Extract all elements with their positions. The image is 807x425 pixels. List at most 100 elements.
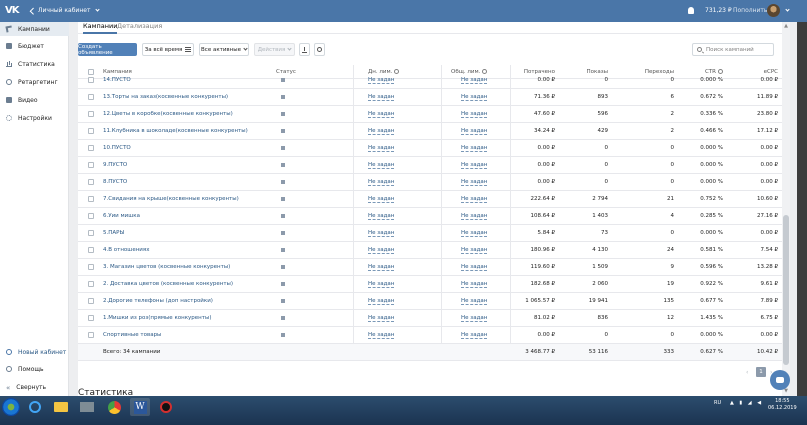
status-toggle[interactable] <box>281 265 285 269</box>
day-limit-link[interactable]: Не задан <box>368 213 395 220</box>
campaign-name-link[interactable]: 5.ПАРЫ <box>103 230 124 236</box>
taskbar-word[interactable]: W <box>130 398 150 416</box>
campaign-name-link[interactable]: 11.Клубника в шоколаде(косвенные конкуре… <box>103 128 248 134</box>
day-limit-link[interactable]: Не задан <box>368 77 395 84</box>
row-checkbox[interactable] <box>88 145 94 151</box>
campaign-name-link[interactable]: Спортивные товары <box>103 332 161 338</box>
profile-chevron-down-icon[interactable] <box>785 7 790 12</box>
row-checkbox[interactable] <box>88 281 94 287</box>
row-checkbox[interactable] <box>88 111 94 117</box>
row-checkbox[interactable] <box>88 94 94 100</box>
user-avatar[interactable] <box>767 4 780 17</box>
total-limit-link[interactable]: Не задан <box>461 179 488 186</box>
day-limit-link[interactable]: Не задан <box>368 247 395 254</box>
row-checkbox[interactable] <box>88 315 94 321</box>
taskbar-media-player[interactable] <box>77 398 97 416</box>
status-toggle[interactable] <box>281 214 285 218</box>
campaign-name-link[interactable]: 2.Дорогие телефоны (доп настройки) <box>103 298 213 304</box>
total-limit-link[interactable]: Не задан <box>461 315 488 322</box>
sidebar-item-retargeting[interactable]: Ретаргетинг <box>0 75 69 89</box>
row-checkbox[interactable] <box>88 77 94 83</box>
campaign-name-link[interactable]: 12.Цветы в коробке(косвенные конкуренты) <box>103 111 233 117</box>
topup-link[interactable]: Пополнить <box>733 7 767 14</box>
status-toggle[interactable] <box>281 197 285 201</box>
notifications-bell-icon[interactable] <box>688 7 694 14</box>
campaign-name-link[interactable]: 13.Торты на заказ(косвенные конкуренты) <box>103 94 228 100</box>
prev-page-icon[interactable]: ‹ <box>746 369 752 376</box>
row-checkbox[interactable] <box>88 230 94 236</box>
sidebar-item-settings[interactable]: Настройки <box>0 111 69 125</box>
sidebar-item-collapse[interactable]: « Свернуть <box>0 380 69 394</box>
row-checkbox[interactable] <box>88 298 94 304</box>
sidebar-item-new-cabinet[interactable]: Новый кабинет <box>0 345 69 359</box>
sidebar-item-budget[interactable]: Бюджет <box>0 39 69 53</box>
table-row[interactable]: 5.ПАРЫ Не задан Не задан 5.84 ₽ 73 0 0.000 % 0.… <box>78 225 786 242</box>
status-toggle[interactable] <box>281 316 285 320</box>
table-row[interactable]: 3. Магазин цветов (косвенные конкуренты)… <box>78 259 786 276</box>
table-row[interactable]: Спортивные товары Не задан Не задан 0.00 ₽ 0… <box>78 327 786 344</box>
page-scrollbar[interactable]: ▲ ▼ <box>782 22 790 396</box>
tab-campaigns[interactable]: Кампании <box>83 22 118 34</box>
table-row[interactable]: 12.Цветы в коробке(косвенные конкуренты)… <box>78 106 786 123</box>
sidebar-item-statistics[interactable]: Статистика <box>0 57 69 71</box>
export-button[interactable] <box>299 43 310 56</box>
status-toggle[interactable] <box>281 129 285 133</box>
day-limit-link[interactable]: Не задан <box>368 315 395 322</box>
day-limit-link[interactable]: Не задан <box>368 298 395 305</box>
taskbar-recorder[interactable] <box>156 398 176 416</box>
scrollbar-thumb[interactable] <box>783 215 789 365</box>
campaign-name-link[interactable]: 8.ПУСТО <box>103 179 127 185</box>
language-indicator[interactable]: RU <box>714 400 721 406</box>
day-limit-link[interactable]: Не задан <box>368 111 395 118</box>
status-toggle[interactable] <box>281 163 285 167</box>
actions-dropdown[interactable]: Действия <box>254 43 295 56</box>
campaign-name-link[interactable]: 3. Магазин цветов (косвенные конкуренты) <box>103 264 230 270</box>
campaign-search[interactable] <box>692 43 774 56</box>
total-limit-link[interactable]: Не задан <box>461 264 488 271</box>
campaign-name-link[interactable]: 7.Свидания на крыше(косвенные конкуренты… <box>103 196 239 202</box>
status-filter-dropdown[interactable]: Все активные <box>199 43 249 56</box>
total-limit-link[interactable]: Не задан <box>461 128 488 135</box>
scroll-up-icon[interactable]: ▲ <box>783 23 789 29</box>
row-checkbox[interactable] <box>88 247 94 253</box>
day-limit-link[interactable]: Не задан <box>368 332 395 339</box>
taskbar-internet-explorer[interactable] <box>25 398 45 416</box>
status-toggle[interactable] <box>281 78 285 82</box>
create-ad-button[interactable]: Создать объявление <box>78 43 137 56</box>
campaign-name-link[interactable]: 10.ПУСТО <box>103 145 131 151</box>
table-row[interactable]: 8.ПУСТО Не задан Не задан 0.00 ₽ 0 0 0.000 % 0.… <box>78 174 786 191</box>
total-limit-link[interactable]: Не задан <box>461 162 488 169</box>
sidebar-item-video[interactable]: Видео <box>0 93 69 107</box>
row-checkbox[interactable] <box>88 213 94 219</box>
total-limit-link[interactable]: Не задан <box>461 332 488 339</box>
day-limit-link[interactable]: Не задан <box>368 94 395 101</box>
sidebar-item-help[interactable]: Помощь <box>0 362 69 376</box>
status-toggle[interactable] <box>281 180 285 184</box>
row-checkbox[interactable] <box>88 128 94 134</box>
search-input[interactable] <box>706 46 772 53</box>
table-row[interactable]: 1.Мишки из роз(прямые конкуренты) Не зада… <box>78 310 786 327</box>
table-row[interactable]: 6.Уии мишка Не задан Не задан 108.64 ₽ 1 403… <box>78 208 786 225</box>
row-checkbox[interactable] <box>88 179 94 185</box>
total-limit-link[interactable]: Не задан <box>461 196 488 203</box>
total-limit-link[interactable]: Не задан <box>461 230 488 237</box>
campaign-name-link[interactable]: 4.В отношениях <box>103 247 149 253</box>
cabinet-switcher[interactable]: Личный кабинет <box>29 7 101 15</box>
table-row[interactable]: 13.Торты на заказ(косвенные конкуренты) Н… <box>78 89 786 106</box>
total-limit-link[interactable]: Не задан <box>461 298 488 305</box>
day-limit-link[interactable]: Не задан <box>368 162 395 169</box>
taskbar-clock[interactable]: 18:55 06.12.2019 <box>768 398 797 412</box>
taskbar-file-explorer[interactable] <box>51 398 71 416</box>
campaign-name-link[interactable]: 1.Мишки из роз(прямые конкуренты) <box>103 315 211 321</box>
status-toggle[interactable] <box>281 333 285 337</box>
table-row[interactable]: 4.В отношениях Не задан Не задан 180.96 ₽ 4 … <box>78 242 786 259</box>
row-checkbox[interactable] <box>88 332 94 338</box>
table-row[interactable]: 14.ПУСТО Не задан Не задан 0.00 ₽ 0 0 0.000 % 0… <box>78 72 786 89</box>
table-row[interactable]: 2.Дорогие телефоны (доп настройки) Не зад… <box>78 293 786 310</box>
period-selector[interactable]: За всё время <box>142 43 194 56</box>
table-row[interactable]: 2. Доставка цветов (косвенные конкуренты… <box>78 276 786 293</box>
status-toggle[interactable] <box>281 95 285 99</box>
table-row[interactable]: 11.Клубника в шоколаде(косвенные конкуре… <box>78 123 786 140</box>
start-button[interactable] <box>2 398 20 416</box>
status-toggle[interactable] <box>281 112 285 116</box>
